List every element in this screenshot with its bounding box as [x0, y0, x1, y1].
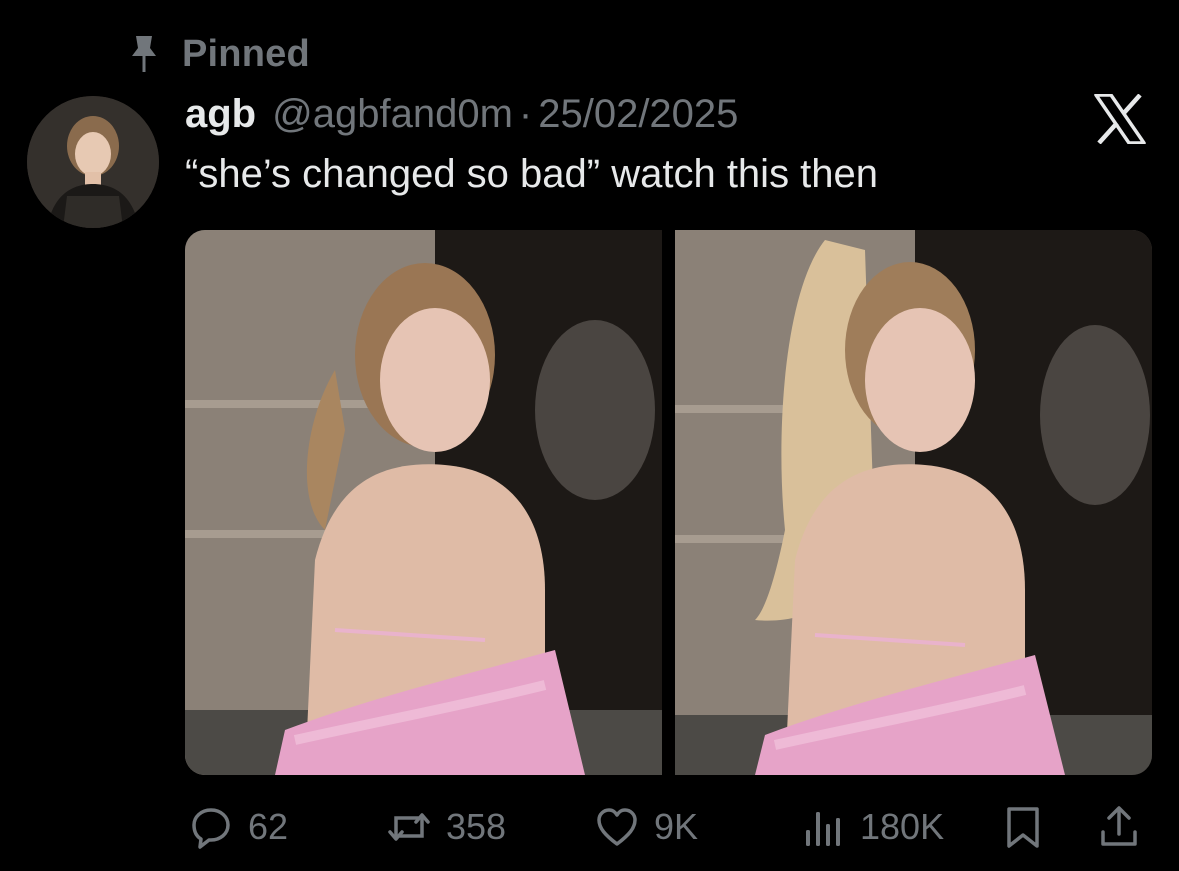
like-count: 9K: [654, 806, 699, 847]
x-logo-icon: [1094, 93, 1146, 145]
heart-icon: [597, 808, 637, 846]
tweet-header: agb @agbfand0m · 25/02/2025: [185, 92, 738, 142]
repost-count: 358: [446, 806, 507, 847]
tweet-media[interactable]: [185, 230, 1152, 775]
bookmark-button[interactable]: [1000, 804, 1046, 850]
reply-button[interactable]: 62: [188, 804, 288, 850]
display-name[interactable]: agb: [185, 92, 256, 137]
reply-icon: [192, 808, 230, 849]
avatar[interactable]: [27, 96, 159, 228]
share-icon: [1101, 806, 1137, 846]
views-button[interactable]: 180K: [800, 804, 944, 850]
views-icon: [806, 812, 840, 846]
bookmark-icon: [1007, 807, 1039, 848]
repost-icon: [388, 813, 430, 841]
photo-before[interactable]: [185, 230, 662, 775]
user-handle[interactable]: @agbfand0m: [272, 92, 513, 137]
views-count: 180K: [860, 806, 945, 847]
photo-after[interactable]: [675, 230, 1152, 775]
tweet-text: “she’s changed so bad” watch this then: [185, 152, 879, 196]
pinned-indicator: Pinned: [124, 32, 310, 76]
tweet-date[interactable]: 25/02/2025: [538, 92, 738, 137]
separator-dot: ·: [518, 92, 533, 136]
like-button[interactable]: 9K: [594, 804, 698, 850]
repost-button[interactable]: 358: [386, 804, 506, 850]
share-button[interactable]: [1096, 804, 1142, 850]
reply-count: 62: [248, 806, 289, 847]
action-bar: 62 358 9K 180K: [188, 800, 1150, 854]
pinned-label: Pinned: [182, 32, 310, 75]
pin-icon: [124, 34, 164, 74]
